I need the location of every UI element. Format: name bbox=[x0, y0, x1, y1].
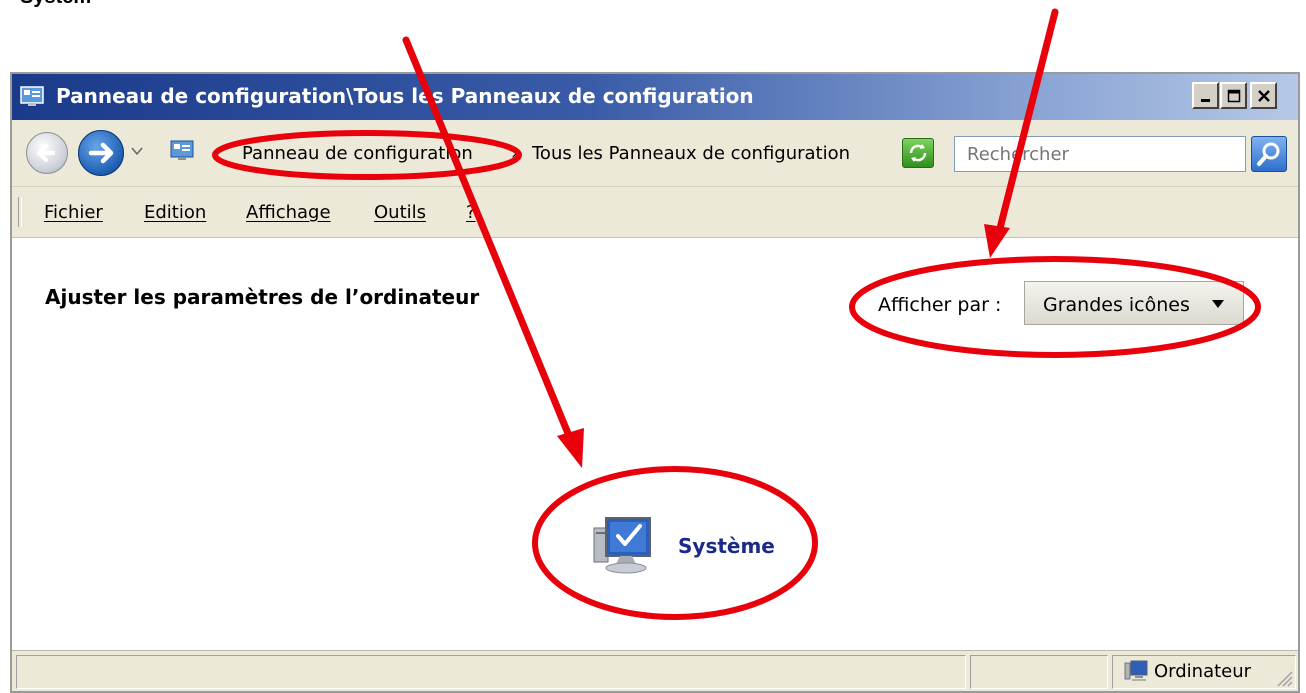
maximize-icon bbox=[1227, 89, 1240, 102]
magnifier-icon bbox=[1257, 142, 1280, 166]
refresh-button[interactable] bbox=[902, 138, 934, 168]
status-bar: Ordinateur bbox=[12, 650, 1298, 691]
view-by-value: Grandes icônes bbox=[1043, 294, 1190, 316]
recent-pages-dropdown-icon[interactable] bbox=[130, 146, 144, 156]
forward-arrow-icon bbox=[88, 142, 114, 164]
chevron-down-icon bbox=[1212, 300, 1224, 308]
close-icon bbox=[1257, 89, 1270, 102]
back-arrow-icon bbox=[37, 144, 55, 162]
maximize-button[interactable] bbox=[1220, 82, 1247, 109]
menu-affichage[interactable]: Affichage bbox=[246, 202, 331, 223]
system-item-label[interactable]: Système bbox=[678, 534, 775, 558]
search-box bbox=[954, 136, 1246, 172]
caption-text: Systèm bbox=[20, 0, 91, 9]
menu-grip bbox=[18, 197, 22, 227]
window-title: Panneau de configuration\Tous les Pannea… bbox=[56, 84, 754, 108]
breadcrumb-control-panel[interactable]: Panneau de configuration bbox=[242, 143, 473, 164]
view-by-dropdown[interactable]: Grandes icônes bbox=[1024, 281, 1244, 325]
resize-grip-icon[interactable] bbox=[1272, 666, 1294, 688]
computer-icon bbox=[1124, 660, 1148, 681]
content-pane: Ajuster les paramètres de l’ordinateur A… bbox=[12, 238, 1298, 651]
system-computer-icon bbox=[593, 517, 651, 574]
control-panel-icon bbox=[170, 140, 194, 160]
status-computer-label: Ordinateur bbox=[1154, 661, 1252, 682]
search-button[interactable] bbox=[1251, 136, 1287, 172]
refresh-icon bbox=[909, 144, 927, 162]
control-panel-icon bbox=[20, 86, 44, 106]
minimize-button[interactable] bbox=[1192, 82, 1219, 109]
status-cell-main bbox=[16, 655, 966, 689]
search-input[interactable] bbox=[955, 137, 1245, 171]
system-item[interactable]: Système bbox=[592, 516, 792, 576]
title-bar[interactable]: Panneau de configuration\Tous les Pannea… bbox=[12, 74, 1298, 120]
forward-button[interactable] bbox=[78, 130, 124, 176]
breadcrumb-all-items[interactable]: Tous les Panneaux de configuration bbox=[532, 143, 850, 164]
page-heading: Ajuster les paramètres de l’ordinateur bbox=[45, 285, 480, 309]
menu-help[interactable]: ? bbox=[466, 202, 476, 223]
back-button[interactable] bbox=[26, 132, 68, 174]
menu-outils[interactable]: Outils bbox=[374, 202, 426, 223]
close-button[interactable] bbox=[1250, 82, 1277, 109]
minimize-icon bbox=[1200, 98, 1210, 102]
menu-edition[interactable]: Edition bbox=[144, 202, 206, 223]
status-cell-middle bbox=[970, 655, 1108, 689]
address-bar: Panneau de configuration › Tous les Pann… bbox=[12, 120, 1298, 187]
explorer-window: Panneau de configuration\Tous les Pannea… bbox=[10, 72, 1300, 693]
menu-bar: Fichier Edition Affichage Outils ? bbox=[12, 187, 1298, 238]
view-by-label: Afficher par : bbox=[878, 294, 1002, 316]
breadcrumb-separator[interactable]: › bbox=[511, 143, 518, 164]
menu-fichier[interactable]: Fichier bbox=[44, 202, 103, 223]
